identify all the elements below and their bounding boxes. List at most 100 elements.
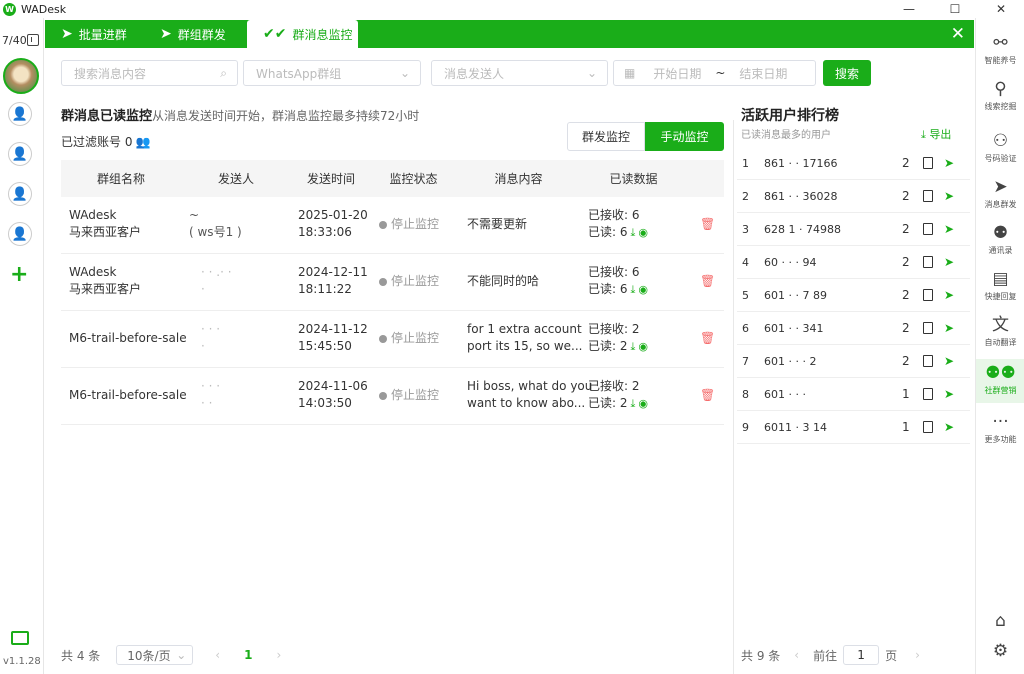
group-name: WAdesk 马来西亚客户 xyxy=(69,265,142,296)
sidebar-item-community-marketing[interactable]: ⚉⚉ 社群营销 xyxy=(976,359,1024,403)
title-bar: W WADesk — ☐ ✕ xyxy=(0,0,1024,18)
search-button[interactable]: 搜索 xyxy=(823,60,871,86)
search-placeholder: 搜索消息内容 xyxy=(74,66,147,81)
send-icon[interactable]: ➤ xyxy=(944,222,954,236)
download-icon[interactable]: ⤓ xyxy=(631,226,636,239)
next-page-icon[interactable]: › xyxy=(276,648,281,662)
start-date-placeholder: 开始日期 xyxy=(653,66,702,81)
empty-account-icon[interactable]: 👤 xyxy=(8,142,32,166)
eye-icon[interactable]: ◉ xyxy=(638,340,648,353)
send-icon[interactable]: ➤ xyxy=(944,321,954,335)
copy-icon[interactable] xyxy=(923,289,933,301)
sidebar-item-smart-warmup[interactable]: ⚯ 智能养号 xyxy=(976,32,1024,66)
toggle-broadcast-monitor[interactable]: 群发监控 xyxy=(567,122,645,151)
store-icon[interactable]: ⌂ xyxy=(976,610,1024,632)
ranking-row[interactable]: 1 861 · · 17166 2 ➤ xyxy=(737,147,970,180)
sender-select[interactable]: 消息发送人 ⌄ xyxy=(431,60,608,86)
sidebar-item-contacts[interactable]: ⚉ 通讯录 xyxy=(976,222,1024,256)
close-icon[interactable]: ✕ xyxy=(951,24,965,44)
copy-icon[interactable] xyxy=(923,388,933,400)
search-input[interactable]: 搜索消息内容 ⌕ xyxy=(61,60,238,86)
collapse-panel-icon[interactable] xyxy=(27,34,39,46)
delete-icon[interactable]: 🗑 xyxy=(700,387,715,404)
tab-group-broadcast[interactable]: ➤ 群组群发 xyxy=(160,20,226,48)
send-icon[interactable]: ➤ xyxy=(944,288,954,302)
prev-page-icon[interactable]: ‹ xyxy=(794,648,799,662)
settings-icon[interactable]: ⚙ xyxy=(976,640,1024,662)
account-count: 7/40 xyxy=(2,34,27,47)
delete-icon[interactable]: 🗑 xyxy=(700,273,715,290)
sender-placeholder: 消息发送人 xyxy=(444,66,505,81)
prev-page-icon[interactable]: ‹ xyxy=(215,648,220,662)
ranking-row[interactable]: 6 601 · · 341 2 ➤ xyxy=(737,312,970,345)
close-window-icon[interactable]: ✕ xyxy=(978,0,1024,18)
read-data: 已接收: 6 已读: 6 ⤓ ◉ xyxy=(588,265,648,296)
copy-icon[interactable] xyxy=(923,190,933,202)
ranking-row[interactable]: 8 601 · · · 1 ➤ xyxy=(737,378,970,411)
empty-account-icon[interactable]: 👤 xyxy=(8,182,32,206)
copy-icon[interactable] xyxy=(923,223,933,235)
tab-group-monitor[interactable]: ✔✔ 群消息监控 xyxy=(247,20,358,48)
date-range-picker[interactable]: ▦ 开始日期 ~ 结束日期 xyxy=(613,60,816,86)
copy-icon[interactable] xyxy=(923,355,933,367)
sidebar-item-auto-translate[interactable]: 文自动翻译 xyxy=(976,314,1024,348)
table-row[interactable]: M6-trail-before-sale · · · · 2024-11-12 15… xyxy=(61,311,724,368)
group-select[interactable]: WhatsApp群组 ⌄ xyxy=(243,60,421,86)
account-sidebar: 7/40 👤 👤 👤 👤 + v1.1.28 xyxy=(0,18,44,674)
send-icon[interactable]: ➤ xyxy=(944,156,954,170)
ranking-row[interactable]: 9 6011 · 3 14 1 ➤ xyxy=(737,411,970,444)
copy-icon[interactable] xyxy=(923,322,933,334)
eye-icon[interactable]: ◉ xyxy=(638,226,648,239)
ranking-row[interactable]: 4 60 · · · 94 2 ➤ xyxy=(737,246,970,279)
send-icon[interactable]: ➤ xyxy=(944,387,954,401)
send-icon[interactable]: ➤ xyxy=(944,189,954,203)
toggle-manual-monitor[interactable]: 手动监控 xyxy=(645,122,724,151)
sidebar-item-more[interactable]: ··· 更多功能 xyxy=(976,411,1024,445)
table-row[interactable]: WAdesk 马来西亚客户 ~( ws号1 ) 2025-01-20 18:33:0… xyxy=(61,197,724,254)
avatar[interactable] xyxy=(3,58,39,94)
community-icon: ⚉⚉ xyxy=(985,363,1016,383)
download-icon[interactable]: ⤓ xyxy=(631,340,636,353)
ranking-row[interactable]: 2 861 · · 36028 2 ➤ xyxy=(737,180,970,213)
filtered-accounts[interactable]: 已过滤账号 0 👥 xyxy=(61,133,150,150)
download-icon[interactable]: ⤓ xyxy=(631,397,636,410)
group-placeholder: WhatsApp群组 xyxy=(256,66,342,81)
column-header: 群组名称 xyxy=(96,172,145,186)
delete-icon[interactable]: 🗑 xyxy=(700,330,715,347)
current-page[interactable]: 1 xyxy=(244,648,252,662)
ranking-row[interactable]: 5 601 · · 7 89 2 ➤ xyxy=(737,279,970,312)
eye-icon[interactable]: ◉ xyxy=(638,397,648,410)
maximize-icon[interactable]: ☐ xyxy=(932,0,978,18)
send-icon[interactable]: ➤ xyxy=(944,354,954,368)
page-size-select[interactable]: 10条/页 ⌄ xyxy=(116,645,194,665)
eye-icon[interactable]: ◉ xyxy=(638,283,648,296)
table-row[interactable]: M6-trail-before-sale · · · · · 2024-11-06… xyxy=(61,368,724,425)
delete-icon[interactable]: 🗑 xyxy=(700,216,715,233)
table-row[interactable]: WAdesk 马来西亚客户 · · .· · · 2024-12-11 18:11:2… xyxy=(61,254,724,311)
sidebar-item-broadcast[interactable]: ➤ 消息群发 xyxy=(976,176,1024,210)
sidebar-item-quick-reply[interactable]: ▤ 快捷回复 xyxy=(976,268,1024,302)
monitor-icon[interactable] xyxy=(11,631,29,645)
export-button[interactable]: ⤓ 导出 xyxy=(921,126,951,142)
app-logo-icon: W xyxy=(3,2,16,16)
status-badge: 停止监控 xyxy=(379,387,439,404)
copy-icon[interactable] xyxy=(923,421,933,433)
copy-icon[interactable] xyxy=(923,256,933,268)
minimize-icon[interactable]: — xyxy=(886,0,932,18)
tab-label: 群消息监控 xyxy=(292,27,353,42)
sidebar-item-number-verify[interactable]: ⚇ 号码验证 xyxy=(976,130,1024,164)
next-page-icon[interactable]: › xyxy=(915,648,920,662)
empty-account-icon[interactable]: 👤 xyxy=(8,222,32,246)
empty-account-icon[interactable]: 👤 xyxy=(8,102,32,126)
send-icon[interactable]: ➤ xyxy=(944,255,954,269)
tab-batch-join[interactable]: ➤ 批量进群 xyxy=(61,20,127,48)
download-icon[interactable]: ⤓ xyxy=(631,283,636,296)
read-data: 已接收: 2 已读: 2 ⤓ ◉ xyxy=(588,322,648,353)
add-account-icon[interactable]: + xyxy=(10,262,28,287)
send-icon[interactable]: ➤ xyxy=(944,420,954,434)
sidebar-item-lead-mining[interactable]: ⚲ 线索挖掘 xyxy=(976,78,1024,112)
ranking-row[interactable]: 3 628 1 · 74988 2 ➤ xyxy=(737,213,970,246)
ranking-row[interactable]: 7 601 · · · 2 2 ➤ xyxy=(737,345,970,378)
copy-icon[interactable] xyxy=(923,157,933,169)
goto-page-input[interactable]: 1 xyxy=(843,645,880,665)
